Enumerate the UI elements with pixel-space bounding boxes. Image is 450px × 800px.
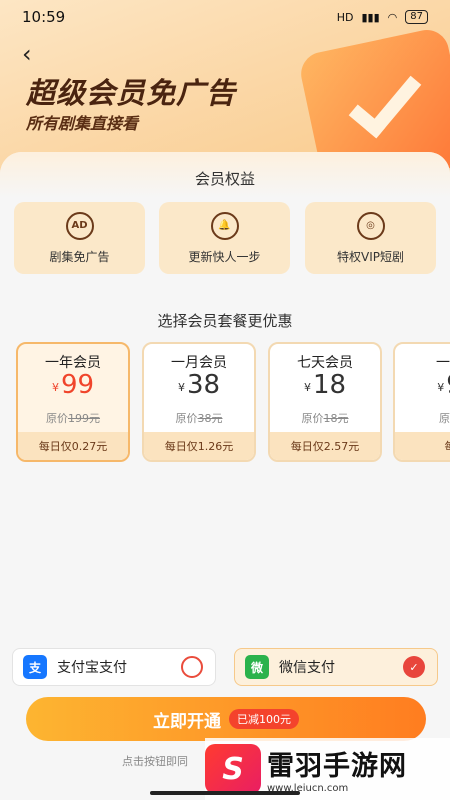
no-ad-icon: AD (65, 211, 94, 240)
plans-title: 选择会员套餐更优惠 (157, 312, 293, 330)
bell-icon: 🔔 (210, 211, 239, 240)
plan-card-yearly[interactable]: 一年会员 ¥99 原价199元 每日仅0.27元 (16, 342, 130, 462)
check-icon: ✓ (409, 660, 419, 674)
plan-card-partial[interactable]: 一年 ¥9 原价 每 (393, 342, 450, 462)
discount-badge: 已减100元 (229, 709, 299, 729)
hero-title: 超级会员免广告 (26, 76, 237, 110)
benefit-vip-shorts: ◎ 特权VIP短剧 (305, 202, 436, 274)
benefit-no-ads: AD 剧集免广告 (14, 202, 145, 274)
benefit-early-update: 🔔 更新快人一步 (159, 202, 290, 274)
alipay-radio[interactable] (181, 656, 203, 678)
home-indicator[interactable] (150, 791, 300, 795)
plan-card-weekly[interactable]: 七天会员 ¥18 原价18元 每日仅2.57元 (268, 342, 382, 462)
wechat-icon: 微 (245, 655, 269, 679)
signal-icon: ▮▮▮ (361, 10, 380, 24)
alipay-option[interactable]: 支 支付宝支付 (12, 648, 216, 686)
film-reel-icon: ◎ (356, 211, 385, 240)
watermark-logo-icon: S (205, 744, 261, 794)
wechat-radio-checked[interactable]: ✓ (403, 656, 425, 678)
alipay-label: 支付宝支付 (57, 660, 127, 676)
status-icons: HD ▮▮▮ ◠ 87 (337, 10, 428, 24)
wechat-pay-label: 微信支付 (279, 660, 335, 676)
alipay-icon: 支 (23, 655, 47, 679)
wifi-icon: ◠ (387, 10, 398, 24)
plan-list[interactable]: 一年会员 ¥99 原价199元 每日仅0.27元 一月会员 ¥38 原价38元 … (0, 342, 450, 467)
subscribe-button[interactable]: 立即开通 已减100元 (26, 697, 426, 741)
agreement-text[interactable]: 点击按钮即同 (122, 753, 188, 769)
battery-icon: 87 (405, 10, 428, 24)
wechat-pay-option[interactable]: 微 微信支付 ✓ (234, 648, 438, 686)
status-time: 10:59 (22, 8, 66, 26)
hero-subtitle: 所有剧集直接看 (26, 114, 139, 133)
network-hd-icon: HD (336, 10, 354, 24)
chevron-left-icon: ‹ (22, 40, 32, 68)
subscribe-label: 立即开通 (153, 711, 221, 732)
status-bar: 10:59 HD ▮▮▮ ◠ 87 (0, 0, 450, 34)
back-button[interactable]: ‹ (22, 40, 32, 68)
plan-card-monthly[interactable]: 一月会员 ¥38 原价38元 每日仅1.26元 (142, 342, 256, 462)
watermark-name: 雷羽手游网 (267, 751, 407, 782)
benefits-title: 会员权益 (194, 170, 255, 188)
